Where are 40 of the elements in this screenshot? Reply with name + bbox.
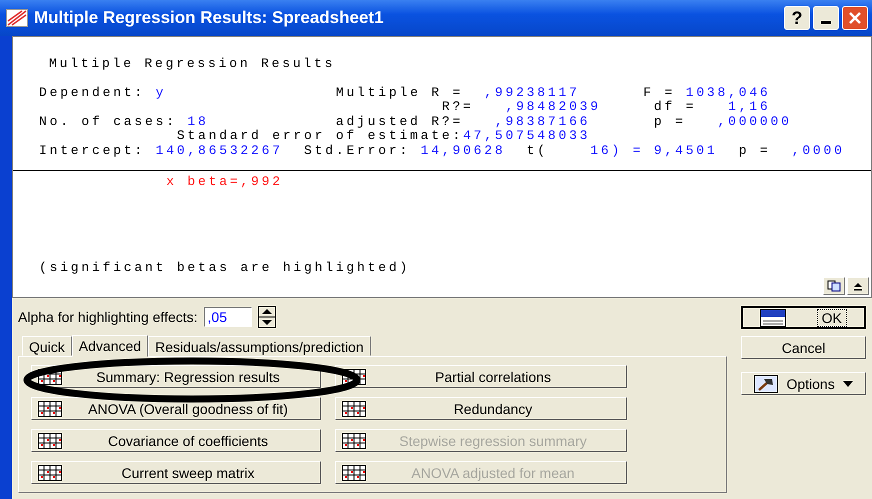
collapse-button[interactable]	[847, 277, 869, 295]
minimize-icon	[821, 20, 831, 24]
copy-button[interactable]	[823, 277, 845, 295]
analysis-button[interactable]: Covariance of coefficients	[31, 429, 321, 452]
window-title: Multiple Regression Results: Spreadsheet1	[34, 8, 385, 28]
ok-button[interactable]: OK	[741, 306, 866, 329]
help-button[interactable]: ?	[784, 6, 810, 30]
close-button[interactable]	[842, 6, 868, 30]
copy-icon	[827, 280, 841, 292]
tab[interactable]: Residuals/assumptions/prediction	[148, 336, 371, 356]
alpha-field[interactable]: ,05	[204, 307, 252, 327]
table-icon	[38, 400, 62, 416]
table-icon	[342, 400, 366, 416]
table-icon	[342, 432, 366, 448]
tab[interactable]: Quick	[22, 336, 72, 356]
window-icon	[760, 308, 786, 326]
report-line: R?= ,98482039 df = 1,16	[440, 100, 772, 114]
cancel-button[interactable]: Cancel	[741, 336, 866, 359]
table-icon	[342, 464, 366, 480]
report-footnote: (significant betas are highlighted)	[38, 260, 412, 275]
analysis-button[interactable]: Current sweep matrix	[31, 461, 321, 484]
table-icon	[38, 432, 62, 448]
hammer-icon	[754, 374, 778, 392]
minimize-button[interactable]	[813, 6, 839, 30]
report-line: Standard error of estimate:47,507548033	[176, 129, 592, 144]
caret-icon	[842, 380, 853, 386]
tab[interactable]: Advanced	[72, 335, 148, 357]
report-line: Intercept: 140,86532267 Std.Error: 14,90628 t( 16) = 9,4501 p = ,0000	[38, 144, 846, 158]
options-button[interactable]: Options	[741, 372, 866, 395]
table-icon	[38, 464, 62, 480]
chart-icon	[6, 9, 28, 27]
report-title: Multiple Regression Results	[48, 57, 336, 72]
collapse-icon	[853, 281, 863, 291]
analysis-button[interactable]: Partial correlations	[335, 365, 627, 388]
report-line: No. of cases: 18 adjusted R?= ,98387166 p = ,000000	[38, 114, 793, 129]
spinner-icon[interactable]	[258, 306, 276, 328]
analysis-button[interactable]: Redundancy	[335, 397, 627, 420]
report-line: x beta=,992	[165, 175, 284, 190]
alpha-label: Alpha for highlighting effects:	[18, 309, 198, 325]
report-line: Dependent: y Multiple R = ,99238117 F = 1038,046	[38, 86, 772, 100]
